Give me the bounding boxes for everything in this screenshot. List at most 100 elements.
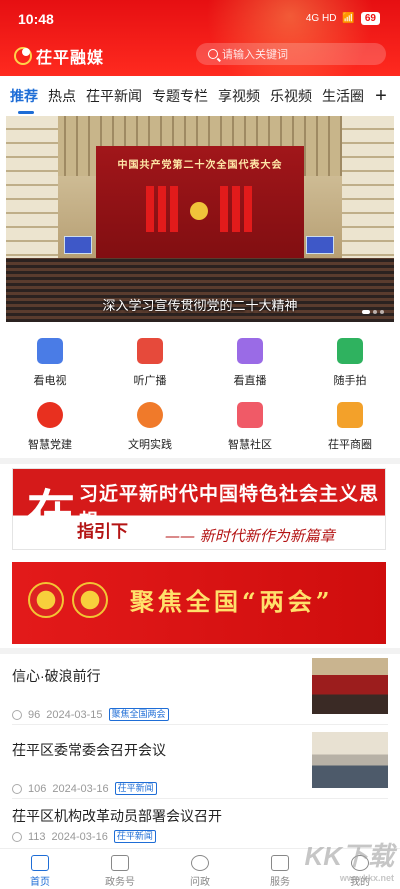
app-bar: 茌平融媒 请输入关键词 (0, 38, 400, 74)
flag (158, 186, 166, 232)
carousel-indicator (362, 310, 384, 314)
add-channel-button[interactable]: + (370, 76, 392, 116)
logo-mark-icon (14, 47, 32, 65)
promo-title: 聚焦全国“两会” (130, 587, 334, 616)
grid-item-tv[interactable]: 看电视 (0, 338, 100, 388)
nav-label: 问政 (190, 877, 210, 888)
news-item[interactable]: 信心·破浪前行 96 2024-03-15 聚焦全国两会 (0, 654, 400, 724)
nav-label: 首页 (30, 877, 50, 888)
service-icon (271, 855, 289, 871)
question-icon (191, 855, 209, 871)
news-thumbnail (312, 732, 388, 788)
news-views: 96 (28, 708, 41, 721)
side-screen (64, 236, 92, 254)
section-divider (0, 458, 400, 464)
grid-item-label: 文明实践 (128, 439, 172, 451)
app-logo: 茌平融媒 (14, 44, 104, 68)
news-date: 2024-03-16 (51, 830, 108, 843)
tab-chiping-news[interactable]: 茌平新闻 (86, 86, 142, 106)
flag (232, 186, 240, 232)
wifi-icon: 📶 (342, 13, 355, 24)
flag (244, 186, 252, 232)
tab-fun-video[interactable]: 乐视频 (270, 86, 312, 106)
tv-icon (37, 338, 63, 364)
tab-enjoy-video[interactable]: 享视频 (218, 86, 260, 106)
nav-label: 政务号 (105, 877, 135, 888)
status-time: 10:48 (18, 11, 54, 27)
tab-special-topics[interactable]: 专题专栏 (152, 86, 208, 106)
news-title: 茌平区委常委会召开会议 (12, 742, 166, 758)
status-icons: 4G HD 📶 69 (306, 12, 380, 25)
search-icon (208, 49, 218, 59)
search-box[interactable]: 请输入关键词 (196, 43, 386, 65)
grid-item-label: 听广播 (133, 375, 167, 387)
grid-item-snap[interactable]: 随手拍 (300, 338, 400, 388)
grid-item-civilization[interactable]: 文明实践 (100, 402, 200, 452)
nav-inquiry[interactable]: 问政 (160, 849, 240, 889)
news-date: 2024-03-16 (52, 782, 109, 795)
grid-item-business[interactable]: 茌平商圈 (300, 402, 400, 452)
eye-icon (12, 783, 22, 794)
party-emblem-icon (37, 402, 63, 428)
grid-item-community[interactable]: 智慧社区 (200, 402, 300, 452)
grid-item-label: 茌平商圈 (328, 439, 372, 451)
carousel-dot (380, 310, 384, 314)
flag (146, 186, 154, 232)
list-divider (12, 798, 388, 799)
grid-item-live[interactable]: 看直播 (200, 338, 300, 388)
promo-slogan: —— 新时代新作为新篇章 (165, 527, 335, 545)
flag (220, 186, 228, 232)
promo-banner-two-sessions[interactable]: 聚焦全国“两会” (12, 562, 386, 644)
channel-tabs: 推荐 热点 茌平新闻 专题专栏 享视频 乐视频 生活圈 + (0, 76, 400, 116)
clapboard-icon (337, 338, 363, 364)
tab-hot[interactable]: 热点 (48, 86, 76, 106)
grid-item-label: 随手拍 (333, 375, 367, 387)
list-divider (12, 724, 388, 725)
grid-item-label: 看电视 (33, 375, 67, 387)
app-root: 10:48 4G HD 📶 69 茌平融媒 请输入关键词 推荐 热点 茌平新闻 … (0, 0, 400, 889)
flag (170, 186, 178, 232)
news-title: 茌平区机构改革动员部署会议召开 (12, 808, 222, 824)
promo-banner-thought[interactable]: 在 习近平新时代中国特色社会主义思想 指引下 —— 新时代新作为新篇章 (12, 468, 386, 550)
search-placeholder: 请输入关键词 (222, 49, 288, 61)
eye-icon (12, 709, 22, 720)
tab-recommend[interactable]: 推荐 (10, 86, 38, 114)
news-views: 113 (28, 830, 46, 843)
home-icon (31, 855, 49, 871)
carousel-dot (373, 310, 377, 314)
national-emblem-icon (28, 582, 64, 618)
pillar-left (6, 116, 58, 276)
government-building-icon (111, 855, 129, 871)
news-views: 106 (28, 782, 47, 795)
news-title: 信心·破浪前行 (12, 668, 101, 684)
grid-item-party-building[interactable]: 智慧党建 (0, 402, 100, 452)
news-meta: 106 2024-03-16 茌平新闻 (12, 782, 157, 795)
nav-home[interactable]: 首页 (0, 849, 80, 889)
grid-item-label: 智慧党建 (28, 439, 72, 451)
side-screen (306, 236, 334, 254)
cppcc-emblem-icon (72, 582, 108, 618)
app-name: 茌平融媒 (36, 50, 105, 67)
watermark: KK下载 www.kkx.net (304, 836, 394, 883)
news-tag: 茌平新闻 (113, 830, 156, 843)
header: 10:48 4G HD 📶 69 茌平融媒 请输入关键词 (0, 0, 400, 76)
hero-banner[interactable]: 中国共产党第二十次全国代表大会 深入学习宣传贯彻党的二十大精神 (6, 116, 394, 322)
live-video-icon (237, 338, 263, 364)
grid-item-radio[interactable]: 听广播 (100, 338, 200, 388)
status-bar: 10:48 4G HD 📶 69 (0, 0, 400, 38)
news-meta: 113 2024-03-16 茌平新闻 (12, 830, 156, 843)
news-meta: 96 2024-03-15 聚焦全国两会 (12, 708, 169, 721)
news-tag: 茌平新闻 (114, 782, 157, 795)
community-icon (237, 402, 263, 428)
tab-life-circle[interactable]: 生活圈 (322, 86, 364, 106)
pillar-right (342, 116, 394, 276)
radio-icon (137, 338, 163, 364)
eye-icon (12, 831, 22, 842)
nav-government[interactable]: 政务号 (80, 849, 160, 889)
banner-caption: 深入学习宣传贯彻党的二十大精神 (102, 298, 298, 313)
grid-item-label: 看直播 (233, 375, 267, 387)
news-item[interactable]: 茌平区委常委会召开会议 106 2024-03-16 茌平新闻 (0, 726, 400, 798)
book-icon (337, 402, 363, 428)
network-indicator: 4G HD (305, 13, 337, 24)
watermark-main: KK下载 (304, 841, 394, 871)
